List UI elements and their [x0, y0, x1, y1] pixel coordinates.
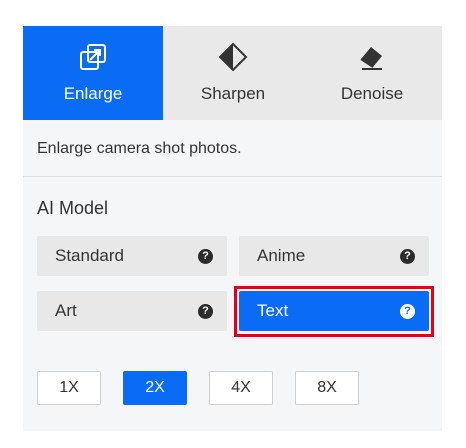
model-label: Text — [257, 301, 289, 320]
mode-tabs: Enlarge Sharpen Denoise — [23, 26, 442, 120]
ai-model-title: AI Model — [37, 198, 109, 218]
scale-1x-button[interactable]: 1X — [37, 371, 101, 405]
tab-label: Denoise — [340, 84, 404, 103]
model-label: Art — [55, 301, 77, 320]
model-standard[interactable]: Standard ? — [37, 236, 227, 276]
scale-4x-button[interactable]: 4X — [209, 371, 273, 405]
enlarge-icon — [78, 42, 108, 72]
tab-label: Enlarge — [63, 84, 123, 103]
denoise-icon — [357, 42, 387, 72]
mode-description: Enlarge camera shot photos. — [37, 140, 242, 157]
help-icon[interactable]: ? — [400, 248, 415, 264]
tab-sharpen[interactable]: Sharpen — [163, 26, 303, 120]
tab-enlarge[interactable]: Enlarge — [23, 26, 163, 120]
model-art[interactable]: Art ? — [37, 291, 227, 331]
scale-8x-button[interactable]: 8X — [295, 371, 359, 405]
model-text[interactable]: Text ? — [239, 291, 429, 331]
model-anime[interactable]: Anime ? — [239, 236, 429, 276]
tab-denoise[interactable]: Denoise — [302, 26, 442, 120]
help-icon[interactable]: ? — [400, 303, 415, 319]
model-label: Standard — [55, 246, 124, 265]
sharpen-icon — [218, 42, 248, 72]
model-label: Anime — [257, 246, 306, 265]
enhance-panel: Enlarge Sharpen Denoise Enlarge camera s… — [23, 26, 442, 431]
tab-label: Sharpen — [200, 84, 266, 103]
help-icon[interactable]: ? — [198, 303, 213, 319]
scale-2x-button[interactable]: 2X — [123, 371, 187, 405]
help-icon[interactable]: ? — [198, 248, 213, 264]
divider — [23, 176, 442, 177]
